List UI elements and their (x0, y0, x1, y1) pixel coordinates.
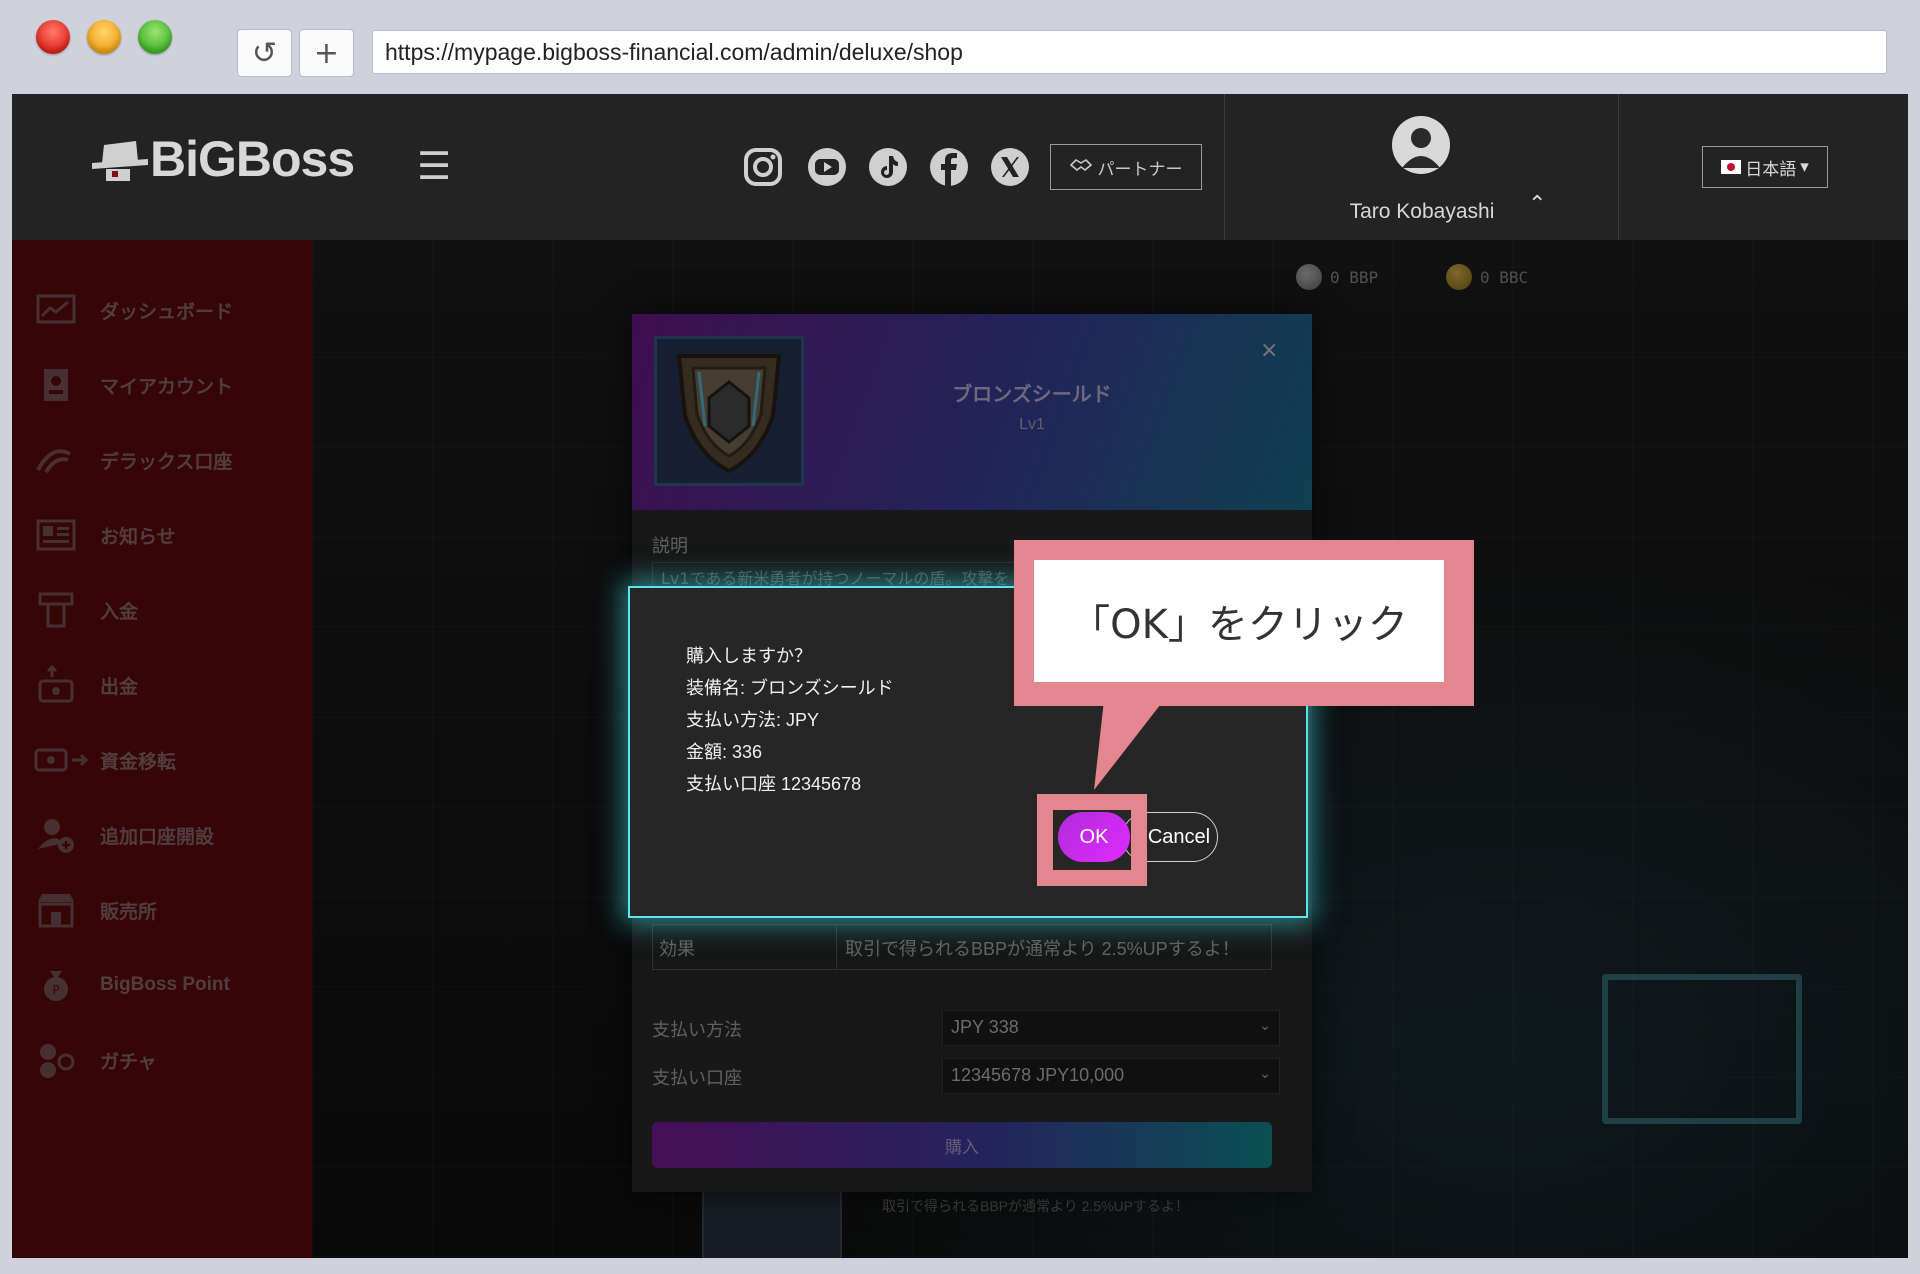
confirm-item-name: 装備名: ブロンズシールド (686, 678, 894, 698)
chevron-down-icon: ▾ (1800, 157, 1809, 177)
cancel-label: Cancel (1147, 825, 1211, 848)
username-label[interactable]: Taro Kobayashi (1342, 200, 1502, 224)
menu-toggle-icon[interactable]: ☰ (417, 144, 451, 188)
plus-icon: + (313, 35, 340, 71)
confirm-payment-method: 支払い方法: JPY (686, 710, 820, 730)
x-icon[interactable] (989, 146, 1031, 188)
window-minimize-button[interactable] (87, 20, 121, 54)
youtube-icon[interactable] (806, 146, 848, 188)
tiktok-icon[interactable] (867, 146, 909, 188)
confirm-message: 購入しますか？ 装備名: ブロンズシールド 支払い方法: JPY 金額: 336… (686, 640, 894, 800)
window-maximize-button[interactable] (138, 20, 172, 54)
confirm-question: 購入しますか？ (686, 646, 812, 666)
chevron-up-icon[interactable]: ⌃ (1528, 192, 1546, 217)
partner-button[interactable]: パートナー (1050, 144, 1202, 190)
new-tab-button[interactable]: + (299, 29, 354, 77)
reload-button[interactable]: ↺ (237, 29, 292, 77)
header-divider (1618, 94, 1619, 240)
japan-flag-icon (1721, 160, 1742, 174)
window-close-button[interactable] (36, 20, 70, 54)
instruction-callout: 「OK」をクリック (1014, 540, 1474, 706)
confirm-amount: 金額: 336 (686, 742, 763, 762)
reload-icon: ↺ (251, 35, 278, 71)
language-label: 日本語 (1745, 159, 1797, 180)
instagram-icon[interactable] (742, 146, 784, 188)
handshake-icon (1069, 157, 1092, 177)
facebook-icon[interactable] (928, 146, 970, 188)
logo-text: BiGBoss (150, 131, 355, 187)
address-bar[interactable]: https://mypage.bigboss-financial.com/adm… (372, 30, 1887, 74)
confirm-payment-account: 支払い口座 12345678 (686, 774, 862, 794)
ok-button-highlight (1037, 794, 1147, 886)
bigboss-logo[interactable]: BiGBoss (90, 130, 355, 188)
logo-hat-icon (90, 131, 150, 187)
partner-label: パートナー (1097, 159, 1183, 180)
site-header: BiGBoss ☰ パートナー Taro Kobayashi ⌃ 日本語 ▾ (12, 94, 1908, 240)
header-divider (1224, 94, 1225, 240)
avatar[interactable] (1392, 116, 1450, 174)
browser-chrome: ↺ + https://mypage.bigboss-financial.com… (0, 0, 1920, 94)
page-viewport: BiGBoss ☰ パートナー Taro Kobayashi ⌃ 日本語 ▾ ダ… (12, 94, 1908, 1258)
callout-text: 「OK」をクリック (1034, 560, 1444, 682)
callout-pointer (1094, 700, 1164, 790)
language-selector[interactable]: 日本語 ▾ (1702, 146, 1828, 188)
